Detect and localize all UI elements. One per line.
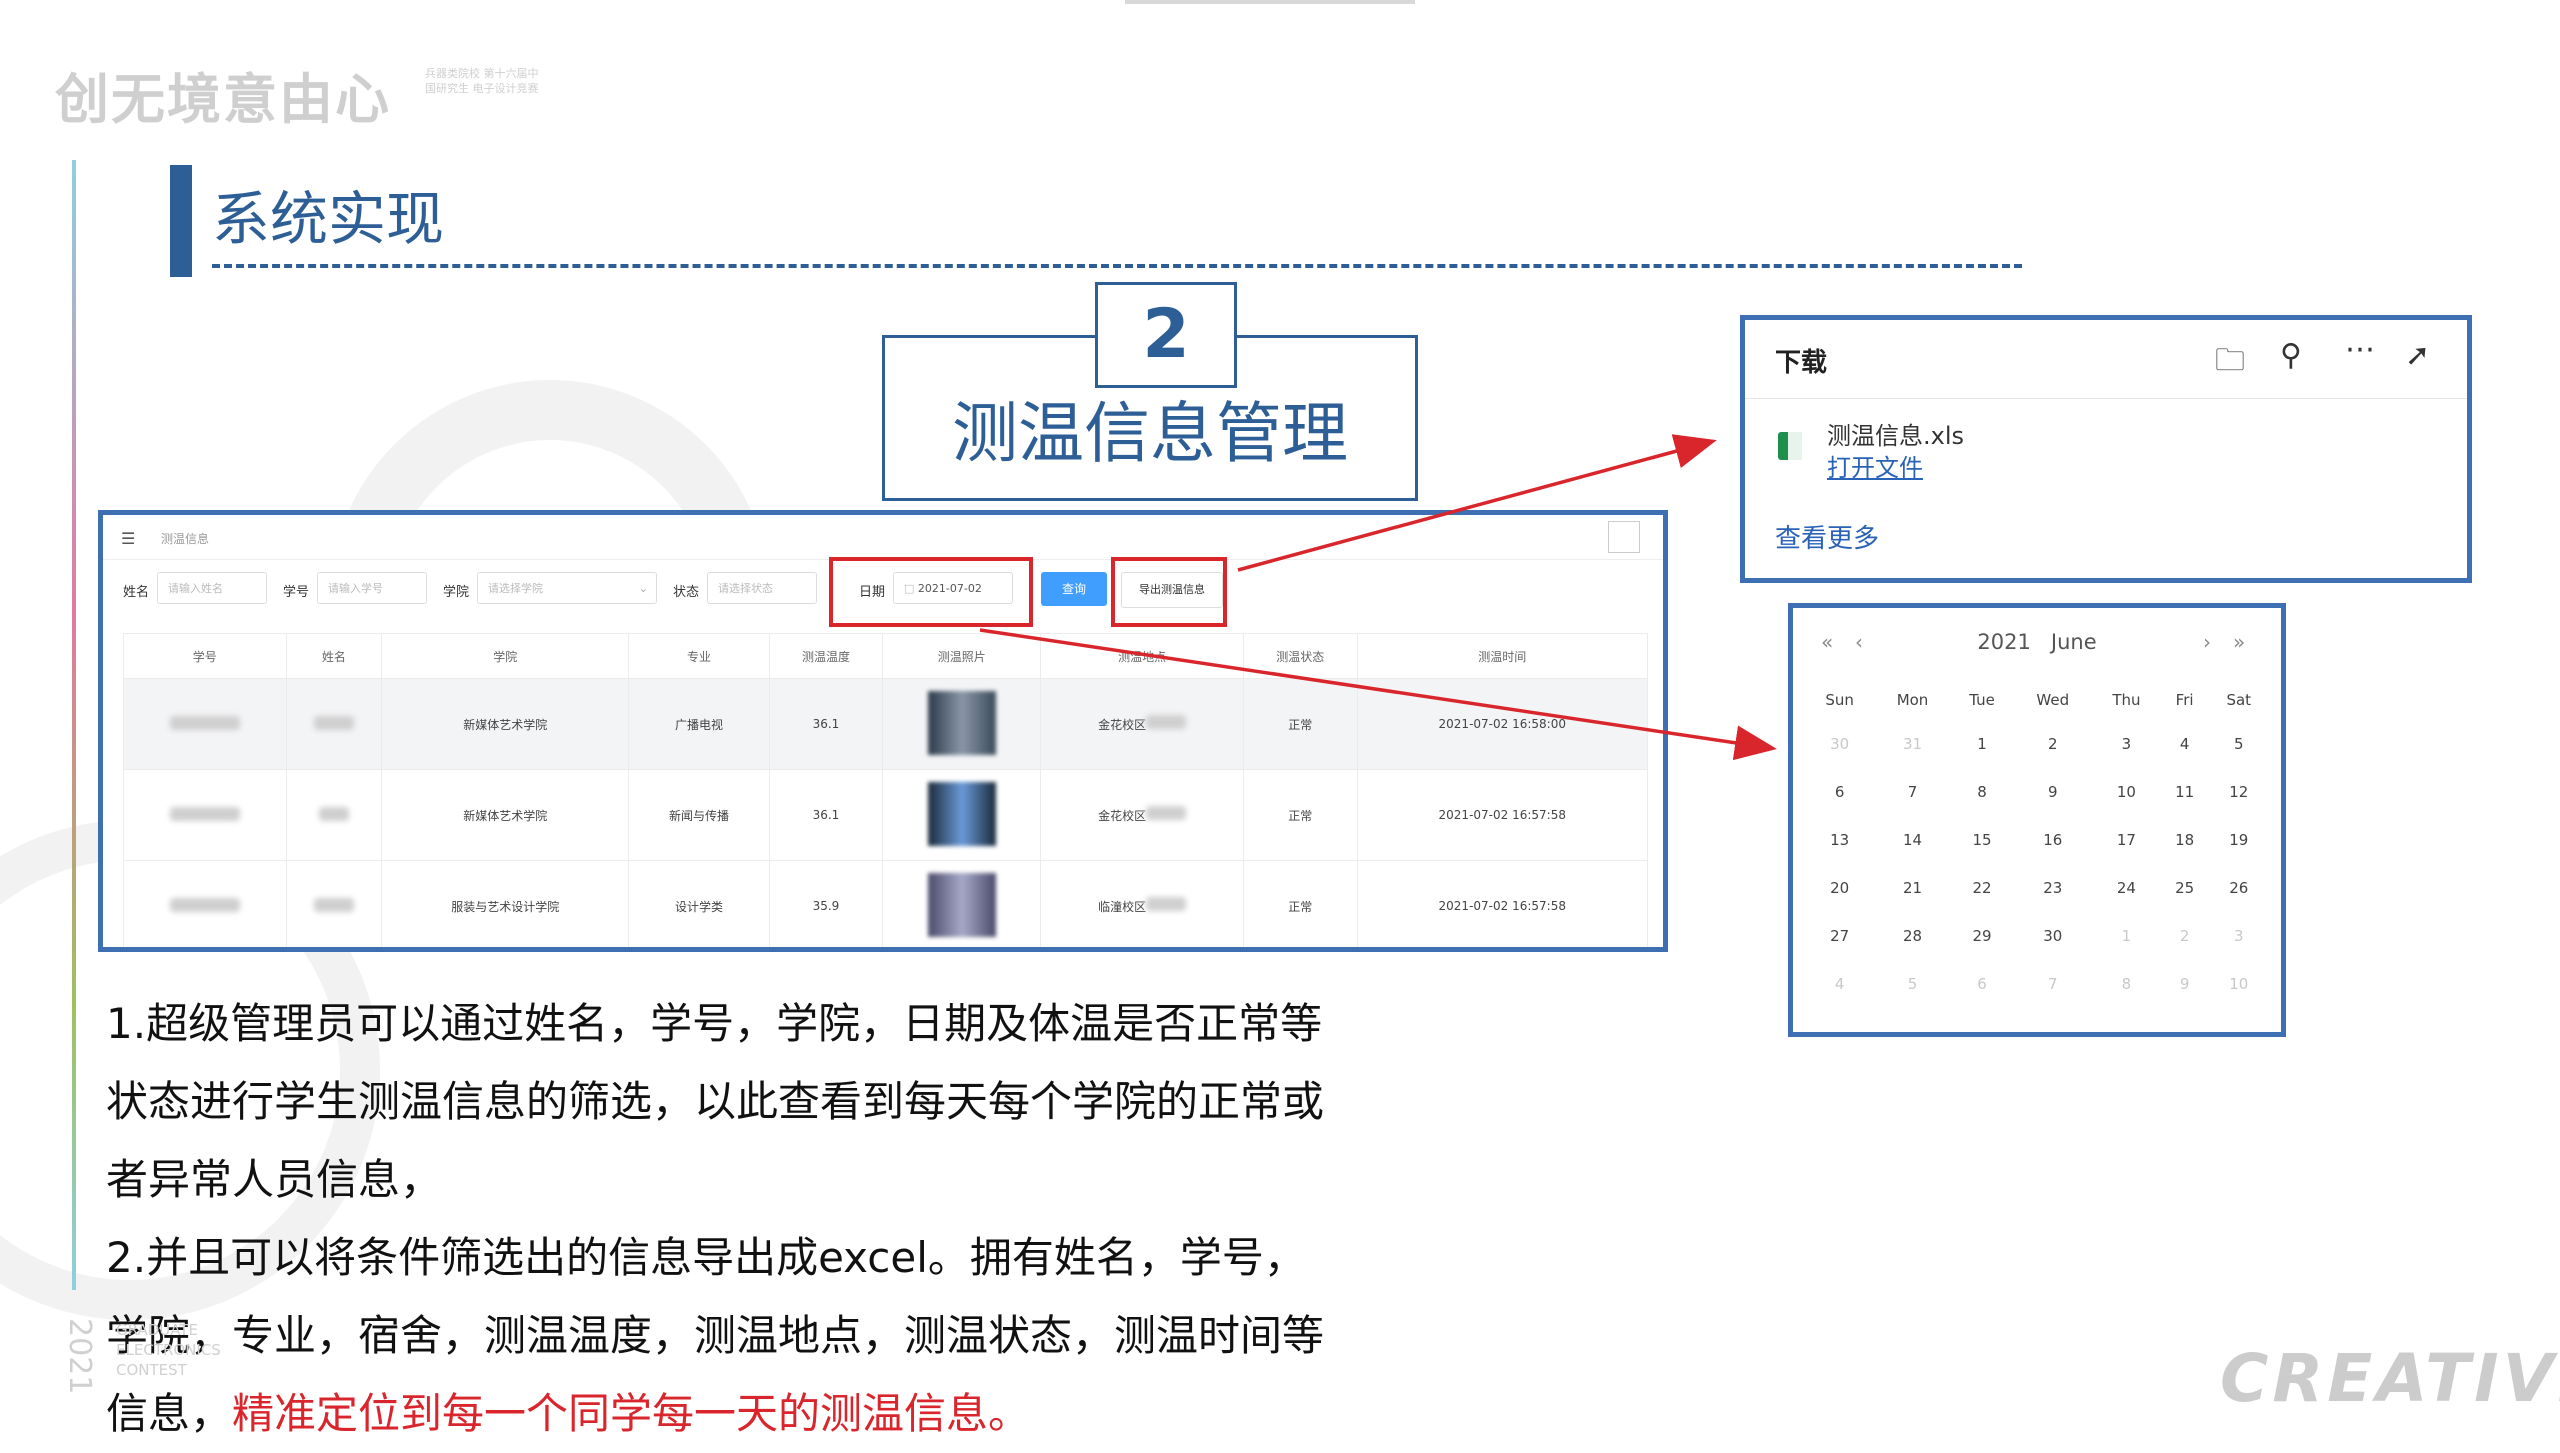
description-line: 者异常人员信息， — [106, 1155, 443, 1204]
arrow-to-download — [1237, 434, 1717, 572]
description-highlight: 精准定位到每一个同学每一天的测温信息。 — [232, 1389, 1031, 1438]
footer-words: GRADUATE ELECTRONICS CONTEST — [116, 1321, 221, 1379]
description-line: 学院，专业，宿舍，测温温度，测温地点，测温状态，测温时间等 — [106, 1311, 1325, 1360]
creative-wordmark: CREATIVE — [2220, 1340, 2560, 1417]
description-line: 1.超级管理员可以通过姓名，学号，学院，日期及体温是否正常等 — [106, 999, 1323, 1048]
description-plain: 信息， — [106, 1389, 233, 1438]
footer-year: 2021 — [62, 1318, 97, 1395]
description-line: 信息，精准定位到每一个同学每一天的测温信息。 — [106, 1375, 1406, 1453]
arrow-to-calendar — [979, 628, 1777, 761]
description-line: 状态进行学生测温信息的筛选，以此查看到每天每个学院的正常或 — [106, 1077, 1325, 1126]
description-line: 2.并且可以将条件筛选出的信息导出成excel。拥有姓名，学号， — [106, 1233, 1306, 1282]
